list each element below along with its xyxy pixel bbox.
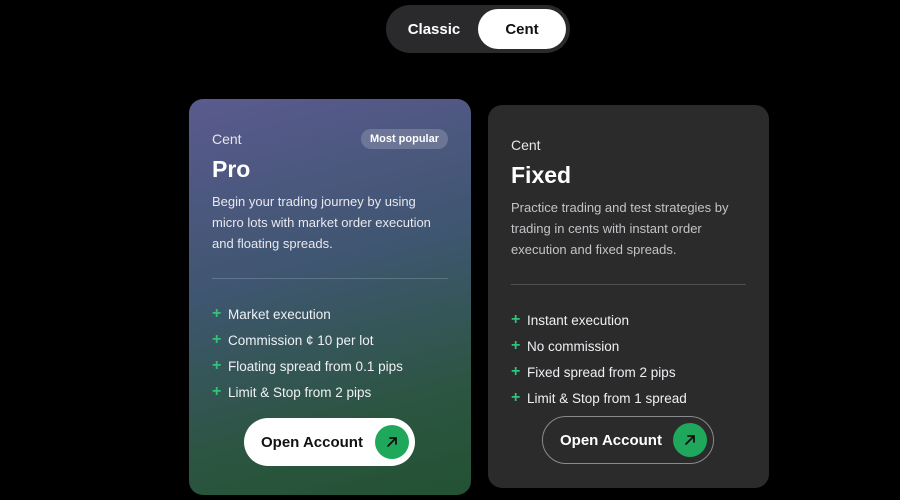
feature-label: Limit & Stop from 1 spread [527, 390, 687, 406]
feature-item: + Limit & Stop from 2 pips [212, 379, 448, 405]
feature-label: Commission ¢ 10 per lot [228, 332, 374, 348]
plan-title: Pro [212, 156, 251, 182]
feature-item: + Market execution [212, 301, 448, 327]
plan-category: Cent [212, 131, 242, 147]
most-popular-badge: Most popular [360, 129, 448, 149]
feature-item: + Floating spread from 0.1 pips [212, 353, 448, 379]
feature-label: Market execution [228, 306, 331, 322]
feature-label: Limit & Stop from 2 pips [228, 384, 372, 400]
plus-icon: + [511, 337, 521, 354]
open-account-label: Open Account [261, 433, 363, 451]
feature-list: + Instant execution + No commission + Fi… [511, 307, 746, 411]
feature-item: + Fixed spread from 2 pips [511, 359, 746, 385]
open-account-button[interactable]: Open Account [542, 416, 714, 464]
feature-list: + Market execution + Commission ¢ 10 per… [212, 301, 448, 405]
feature-item: + Limit & Stop from 1 spread [511, 385, 746, 411]
feature-label: Fixed spread from 2 pips [527, 364, 676, 380]
divider [511, 284, 746, 285]
feature-label: Instant execution [527, 312, 630, 328]
feature-item: + No commission [511, 333, 746, 359]
plus-icon: + [212, 331, 222, 348]
plan-title: Fixed [511, 162, 572, 188]
plan-description: Practice trading and test strategies by … [511, 200, 729, 257]
feature-item: + Instant execution [511, 307, 746, 333]
toggle-cent[interactable]: Cent [478, 9, 566, 49]
plus-icon: + [511, 363, 521, 380]
plan-description: Begin your trading journey by using micr… [212, 194, 431, 251]
plus-icon: + [212, 305, 222, 322]
arrow-up-right-icon [375, 425, 409, 459]
plus-icon: + [511, 311, 521, 328]
feature-label: No commission [527, 338, 620, 354]
plus-icon: + [511, 389, 521, 406]
fixed-plan-card: Cent Fixed Practice trading and test str… [488, 105, 769, 488]
plus-icon: + [212, 357, 222, 374]
plus-icon: + [212, 383, 222, 400]
feature-item: + Commission ¢ 10 per lot [212, 327, 448, 353]
open-account-label: Open Account [560, 431, 662, 449]
feature-label: Floating spread from 0.1 pips [228, 358, 403, 374]
divider [212, 278, 448, 279]
open-account-button[interactable]: Open Account [244, 418, 415, 466]
plan-category: Cent [511, 137, 541, 153]
toggle-classic[interactable]: Classic [390, 9, 478, 49]
arrow-up-right-icon [673, 423, 707, 457]
account-type-toggle: Classic Cent [386, 5, 570, 53]
pro-plan-card: Cent Most popular Pro Begin your trading… [189, 99, 471, 495]
